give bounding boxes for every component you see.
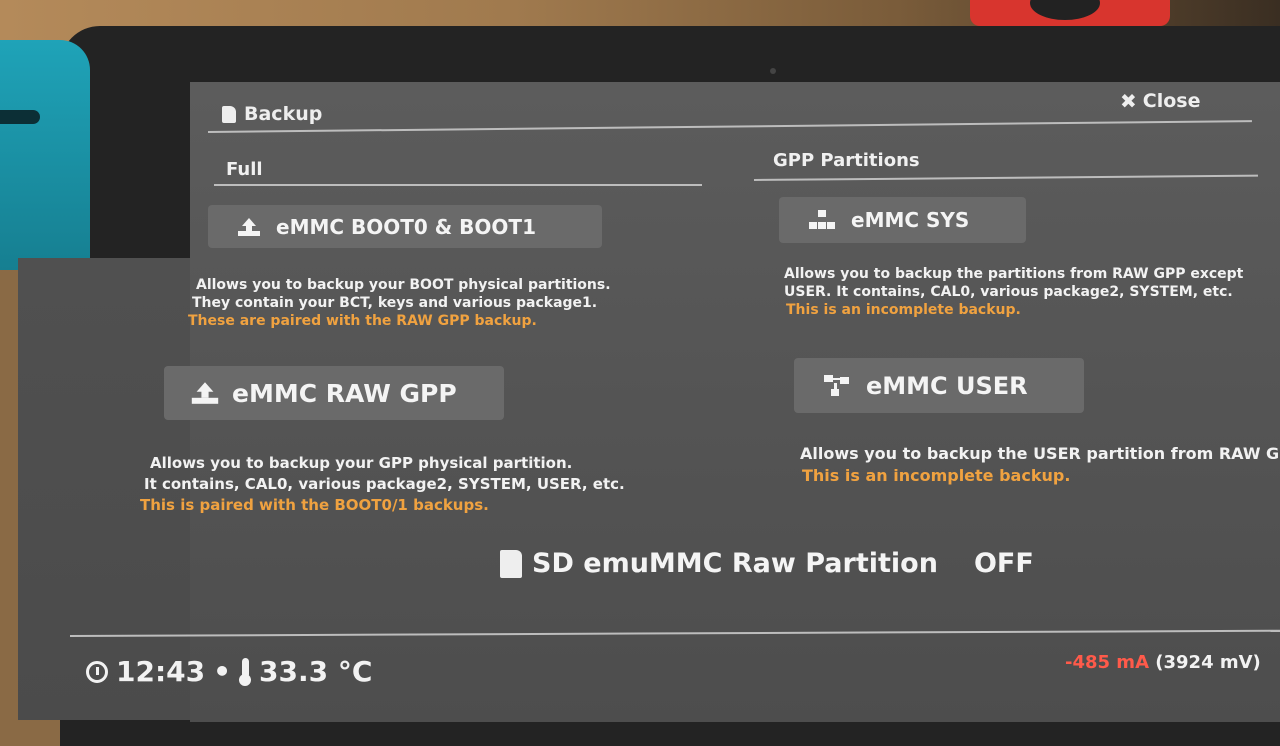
battery-status: -485 mA (3924 mV) (1065, 652, 1261, 673)
user-description: Allows you to backup the USER partition … (800, 443, 1279, 487)
backup-window: Backup ✖ Close Full GPP Partitions eMMC … (0, 0, 1280, 720)
emummc-toggle-label: SD emuMMC Raw Partition (532, 548, 938, 579)
status-bar-left: 12:43 • 33.3 °C (86, 655, 372, 688)
upload-icon (238, 217, 260, 236)
section-title-full: Full (226, 159, 263, 180)
sys-desc-line1: Allows you to backup the partitions from… (784, 266, 1244, 282)
section-divider-gpp (753, 174, 1258, 181)
boot-desc-line1: Allows you to backup your BOOT physical … (196, 277, 611, 293)
temperature: 33.3 °C (259, 655, 373, 688)
emmc-raw-gpp-label: eMMC RAW GPP (232, 378, 457, 408)
close-button[interactable]: ✖ Close (1120, 90, 1200, 112)
emmc-raw-gpp-button[interactable]: eMMC RAW GPP (164, 366, 504, 420)
emmc-sys-button[interactable]: eMMC SYS (779, 197, 1026, 243)
upload-icon (191, 382, 219, 404)
clock-time: 12:43 (116, 655, 206, 688)
partition-tree-icon (809, 210, 835, 230)
window-title-label: Backup (244, 103, 323, 125)
raw-gpp-desc-line2: It contains, CAL0, various package2, SYS… (144, 475, 625, 493)
boot-desc-warning: These are paired with the RAW GPP backup… (188, 313, 537, 329)
emmc-boot-label: eMMC BOOT0 & BOOT1 (276, 214, 536, 239)
sys-description: Allows you to backup the partitions from… (784, 265, 1243, 319)
header-divider (207, 120, 1252, 133)
section-title-gpp: GPP Partitions (773, 150, 920, 171)
emmc-boot-button[interactable]: eMMC BOOT0 & BOOT1 (208, 205, 602, 248)
close-icon: ✖ (1120, 89, 1137, 113)
emmc-sys-label: eMMC SYS (851, 208, 970, 232)
sd-card-icon (222, 105, 236, 123)
battery-voltage: (3924 mV) (1155, 652, 1261, 673)
raw-gpp-description: Allows you to backup your GPP physical p… (140, 453, 625, 516)
emummc-raw-partition-toggle[interactable]: SD emuMMC Raw Partition OFF (500, 548, 1034, 579)
user-desc-warning: This is an incomplete backup. (802, 466, 1071, 485)
sys-desc-warning: This is an incomplete backup. (786, 302, 1021, 318)
emummc-toggle-value: OFF (973, 548, 1034, 579)
close-label: Close (1142, 90, 1201, 112)
sys-desc-line2: USER. It contains, CAL0, various package… (784, 284, 1233, 300)
emmc-user-button[interactable]: eMMC USER (794, 358, 1084, 413)
status-separator: • (213, 655, 232, 688)
battery-current: -485 mA (1065, 652, 1149, 673)
user-desc-line1: Allows you to backup the USER partition … (800, 444, 1280, 463)
footer-divider (69, 629, 1280, 637)
user-partition-icon (824, 374, 850, 397)
window-title: Backup (222, 103, 322, 125)
sd-card-icon (500, 549, 522, 578)
raw-gpp-desc-line1: Allows you to backup your GPP physical p… (150, 454, 573, 472)
section-divider-full (214, 184, 702, 186)
thermometer-icon (239, 657, 252, 686)
emmc-user-label: eMMC USER (866, 371, 1028, 400)
raw-gpp-desc-warning: This is paired with the BOOT0/1 backups. (140, 496, 489, 514)
boot-description: Allows you to backup your BOOT physical … (188, 276, 611, 330)
boot-desc-line2: They contain your BCT, keys and various … (192, 295, 598, 311)
clock-icon (86, 660, 108, 683)
